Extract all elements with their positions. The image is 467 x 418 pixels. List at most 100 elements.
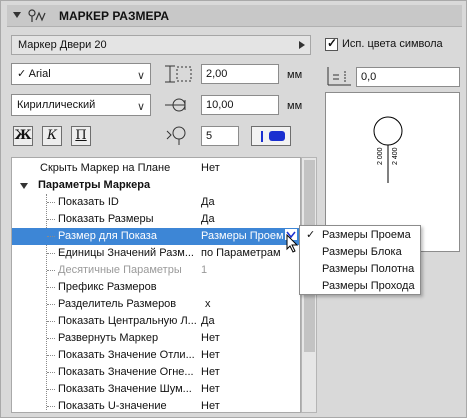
chevron-down-icon: ∨ [136, 101, 145, 113]
tree-row-value[interactable]: Нет [201, 398, 300, 412]
tree-row-label: Показать Значение Отли... [58, 349, 195, 361]
parameters-tree: Скрыть Маркер на Плане Нет Параметры Мар… [11, 157, 301, 413]
tree-branch [47, 372, 55, 373]
tree-row[interactable]: Скрыть Маркер на Плане Нет [12, 160, 300, 177]
tree-branch [47, 236, 55, 237]
menu-item-label: Размеры Прохода [322, 280, 415, 292]
tree-row[interactable]: Префикс Размеров [12, 279, 300, 296]
symbol-color-checkbox[interactable]: ✓ [325, 36, 338, 51]
arrow-right-icon [299, 41, 305, 49]
tree-branch [47, 355, 55, 356]
tree-row-label: Показать U-значение [58, 400, 167, 412]
marker-settings-panel: МАРКЕР РАЗМЕРА Маркер Двери 20 ✓ Исп. цв… [0, 0, 467, 418]
tree-row[interactable]: Показать Значение Огне... Нет [12, 364, 300, 381]
tree-row[interactable]: Развернуть Маркер Нет [12, 330, 300, 347]
font-script-dropdown[interactable]: Кириллический ∨ [11, 94, 151, 116]
panel-title: МАРКЕР РАЗМЕРА [59, 9, 170, 23]
tree-row[interactable]: Разделитель Размеров x [12, 296, 300, 313]
tree-row[interactable]: Показать Размеры Да [12, 211, 300, 228]
tree-row-label: Скрыть Маркер на Плане [40, 162, 171, 174]
tree-row[interactable]: Показать U-значение Нет [12, 398, 300, 412]
dimension-type-menu: ✓ Размеры Проема Размеры Блока Размеры П… [299, 225, 421, 295]
menu-item[interactable]: Размеры Полотна [300, 261, 420, 278]
tree-row-value[interactable]: Нет [201, 381, 300, 398]
tree-row-value[interactable]: Да [201, 211, 300, 228]
font-family-dropdown[interactable]: ✓ Arial ∨ [11, 63, 151, 85]
collapse-triangle-icon[interactable] [13, 12, 21, 18]
tree-row[interactable]: Показать Центральную Л... Да [12, 313, 300, 330]
unit-label: мм [287, 69, 303, 81]
tree-row-value[interactable]: Нет [201, 160, 300, 177]
preview-dim-text-1: 2 000 [377, 147, 384, 165]
tree-branch [47, 253, 55, 254]
tree-row-value[interactable]: x [205, 296, 300, 313]
tree-row-label: Единицы Значений Разм... [58, 247, 194, 259]
tree-row-label: Показать ID [58, 196, 119, 208]
marker-size-icon [165, 98, 186, 112]
tree-row-disabled: Десятичные Параметры 1 [12, 262, 300, 279]
menu-item[interactable]: ✓ Размеры Проема [300, 227, 420, 244]
menu-item[interactable]: Размеры Прохода [300, 278, 420, 295]
menu-item-label: Размеры Проема [322, 229, 411, 241]
pen-color-swatch [269, 131, 285, 141]
menu-item[interactable]: Размеры Блока [300, 244, 420, 261]
tree-row-label: Размер для Показа [58, 230, 157, 242]
italic-button[interactable]: К [42, 126, 62, 146]
rotation-field[interactable]: 0,0 [356, 67, 460, 87]
tree-branch [47, 389, 55, 390]
tree-branch [47, 287, 55, 288]
tree-row[interactable]: Показать Значение Отли... Нет [12, 347, 300, 364]
tree-row[interactable]: Единицы Значений Разм... по Параметрам [12, 245, 300, 262]
pen-color-button[interactable] [251, 126, 291, 146]
tree-row-value[interactable]: Размеры Проема [201, 228, 285, 245]
tree-branch [47, 304, 55, 305]
tree-branch [47, 219, 55, 220]
tree-row-value[interactable]: Нет [201, 330, 300, 347]
font-script-value: Кириллический [17, 99, 96, 111]
rotation-angle-icon [327, 67, 351, 86]
marker-name: Маркер Двери 20 [18, 39, 107, 51]
tree-row-label: Показать Значение Шум... [58, 383, 192, 395]
tree-row-value[interactable]: Да [201, 194, 300, 211]
tree-branch [47, 202, 55, 203]
tree-row-selected[interactable]: Размер для Показа Размеры Проема [12, 228, 300, 245]
tree-group-row[interactable]: Параметры Маркера [12, 177, 300, 194]
tree-group-label: Параметры Маркера [38, 179, 151, 191]
pen-number-field[interactable]: 5 [201, 126, 239, 146]
mouse-cursor-icon [286, 234, 299, 253]
underline-button[interactable]: П [71, 126, 91, 146]
tree-row-value[interactable]: Да [201, 313, 300, 330]
checkmark-icon: ✓ [327, 36, 338, 50]
text-height-icon [165, 65, 192, 83]
tree-row-label: Префикс Размеров [58, 281, 157, 293]
tree-row-label: Разделитель Размеров [58, 298, 177, 310]
marker-selector[interactable]: Маркер Двери 20 [11, 35, 311, 55]
dimension-marker-icon [28, 9, 46, 22]
text-height-field[interactable]: 2,00 [201, 64, 279, 84]
panel-header[interactable]: МАРКЕР РАЗМЕРА [7, 5, 462, 27]
tree-row-label: Показать Размеры [58, 213, 154, 225]
tree-row-label: Показать Значение Огне... [58, 366, 194, 378]
menu-item-label: Размеры Блока [322, 246, 402, 258]
tree-row-label: Десятичные Параметры [58, 264, 182, 276]
tree-row-value[interactable]: Нет [201, 347, 300, 364]
pen-icon [166, 126, 186, 145]
tree-row[interactable]: Показать Значение Шум... Нет [12, 381, 300, 398]
menu-item-label: Размеры Полотна [322, 263, 415, 275]
tree-branch [47, 270, 55, 271]
pen-bar-icon [261, 131, 263, 142]
font-family-value: Arial [28, 68, 51, 80]
marker-size-field[interactable]: 10,00 [201, 95, 279, 115]
symbol-color-label: Исп. цвета символа [342, 38, 443, 50]
tree-branch [47, 338, 55, 339]
tree-row[interactable]: Показать ID Да [12, 194, 300, 211]
checkmark-icon: ✓ [17, 68, 27, 80]
tree-row-value: 1 [201, 264, 208, 276]
unit-label: мм [287, 100, 303, 112]
preview-dim-text-2: 2 400 [392, 147, 399, 165]
bold-button[interactable]: Ж [13, 126, 33, 146]
checkmark-icon: ✓ [306, 229, 316, 241]
tree-row-label: Показать Центральную Л... [58, 315, 197, 327]
tree-row-value[interactable]: Нет [201, 364, 300, 381]
expand-triangle-icon[interactable] [20, 183, 28, 189]
